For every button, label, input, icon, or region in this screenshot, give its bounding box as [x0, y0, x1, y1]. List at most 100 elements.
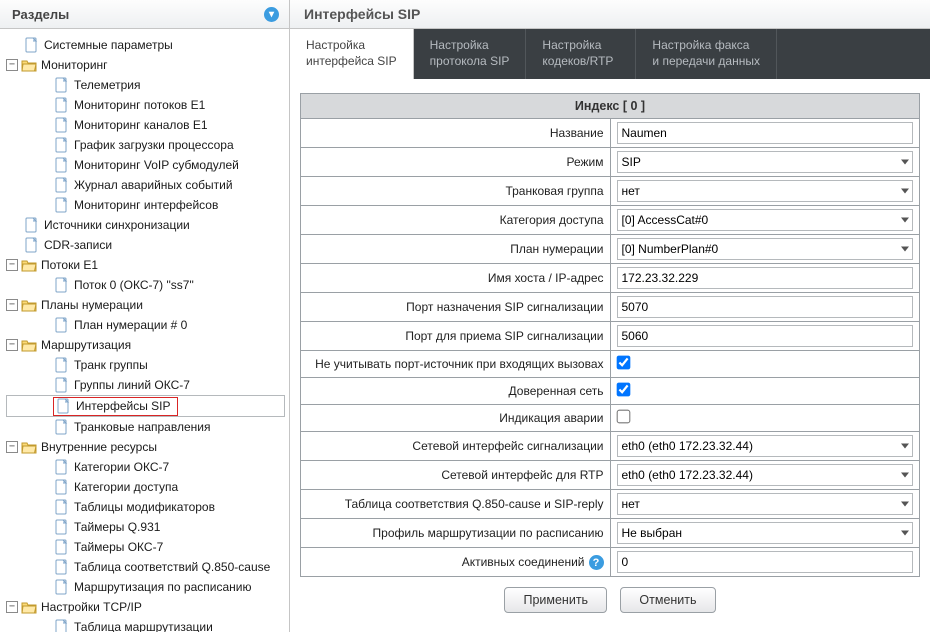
page-title: Интерфейсы SIP: [290, 0, 930, 29]
tree-item[interactable]: Таблица маршрутизации: [74, 620, 213, 632]
label-name: Название: [301, 119, 611, 148]
label-trunk-group: Транковая группа: [301, 177, 611, 206]
toggle-icon[interactable]: −: [6, 601, 18, 613]
doc-icon: [54, 519, 70, 535]
label-num-plan: План нумерации: [301, 235, 611, 264]
tree-item[interactable]: Транковые направления: [74, 420, 210, 434]
doc-icon: [54, 357, 70, 373]
toggle-icon[interactable]: −: [6, 259, 18, 271]
tree-item[interactable]: Внутренние ресурсы: [41, 440, 157, 454]
doc-icon: [24, 237, 40, 253]
input-lsn-port[interactable]: [617, 325, 914, 347]
tab-interface[interactable]: Настройкаинтерфейса SIP: [290, 29, 414, 79]
tree-item[interactable]: CDR-записи: [44, 238, 112, 252]
cancel-button[interactable]: Отменить: [620, 587, 715, 613]
input-host[interactable]: [617, 267, 914, 289]
select-sched-prof[interactable]: [617, 522, 914, 544]
tree-item[interactable]: Мониторинг: [41, 58, 108, 72]
tree-item[interactable]: Поток 0 (ОКС-7) "ss7": [74, 278, 194, 292]
folder-open-icon: [21, 337, 37, 353]
tree-item[interactable]: Системные параметры: [44, 38, 173, 52]
toggle-icon[interactable]: −: [6, 59, 18, 71]
tree-item[interactable]: Мониторинг VoIP субмодулей: [74, 158, 239, 172]
folder-open-icon: [21, 439, 37, 455]
group-header: Индекс [ 0 ]: [301, 94, 920, 119]
input-dst-port[interactable]: [617, 296, 914, 318]
doc-icon: [54, 137, 70, 153]
tree-item[interactable]: Планы нумерации: [41, 298, 143, 312]
sidebar-title: Разделы: [12, 7, 69, 22]
tree-item[interactable]: Потоки E1: [41, 258, 98, 272]
doc-icon: [54, 157, 70, 173]
folder-open-icon: [21, 257, 37, 273]
toggle-icon[interactable]: −: [6, 299, 18, 311]
label-ignore-src: Не учитывать порт-источник при входящих …: [301, 351, 611, 378]
label-lsn-port: Порт для приема SIP сигнализации: [301, 322, 611, 351]
label-host: Имя хоста / IP-адрес: [301, 264, 611, 293]
doc-icon: [54, 499, 70, 515]
tree-item[interactable]: Таймеры Q.931: [74, 520, 160, 534]
tree-item[interactable]: Категории ОКС-7: [74, 460, 169, 474]
label-sched-prof: Профиль маршрутизации по расписанию: [301, 519, 611, 548]
doc-icon: [54, 97, 70, 113]
input-name[interactable]: [617, 122, 914, 144]
toggle-icon[interactable]: −: [6, 441, 18, 453]
tree-item[interactable]: Таблицы модификаторов: [74, 500, 215, 514]
label-sig-if: Сетевой интерфейс сигнализации: [301, 432, 611, 461]
doc-icon: [54, 77, 70, 93]
select-rtp-if[interactable]: [617, 464, 914, 486]
tree-item[interactable]: Настройки TCP/IP: [41, 600, 142, 614]
select-q850-map[interactable]: [617, 493, 914, 515]
folder-open-icon: [21, 297, 37, 313]
tab-protocol[interactable]: Настройкапротокола SIP: [414, 29, 527, 79]
tree-item[interactable]: Транк группы: [74, 358, 148, 372]
label-rtp-if: Сетевой интерфейс для RTP: [301, 461, 611, 490]
tree-item[interactable]: Источники синхронизации: [44, 218, 190, 232]
tree-item[interactable]: Таймеры ОКС-7: [74, 540, 163, 554]
input-active-conn[interactable]: [617, 551, 914, 573]
tree-item[interactable]: Телеметрия: [74, 78, 141, 92]
checkbox-alarm-ind[interactable]: [616, 410, 630, 424]
label-active-conn: Активных соединений?: [301, 548, 611, 577]
tree-item[interactable]: График загрузки процессора: [74, 138, 234, 152]
tree-item-selected[interactable]: Интерфейсы SIP: [6, 395, 285, 417]
tree-item[interactable]: Мониторинг каналов E1: [74, 118, 208, 132]
help-icon[interactable]: ?: [589, 555, 604, 570]
tree-item[interactable]: Таблица соответствий Q.850-cause: [74, 560, 270, 574]
doc-icon: [54, 459, 70, 475]
doc-icon: [54, 277, 70, 293]
apply-button[interactable]: Применить: [504, 587, 607, 613]
tree: Системные параметры − Мониторинг Телеметр…: [0, 29, 289, 632]
collapse-icon[interactable]: ▾: [264, 7, 279, 22]
toggle-icon[interactable]: −: [6, 339, 18, 351]
doc-icon: [54, 177, 70, 193]
tree-item[interactable]: Группы линий ОКС-7: [74, 378, 190, 392]
select-mode[interactable]: [617, 151, 914, 173]
doc-icon: [54, 559, 70, 575]
tree-item[interactable]: План нумерации # 0: [74, 318, 187, 332]
tab-codecs[interactable]: Настройкакодеков/RTP: [526, 29, 636, 79]
tree-item[interactable]: Маршрутизация по расписанию: [74, 580, 252, 594]
doc-icon: [24, 217, 40, 233]
select-num-plan[interactable]: [617, 238, 914, 260]
tree-item[interactable]: Маршрутизация: [41, 338, 131, 352]
label-q850-map: Таблица соответствия Q.850-cause и SIP-r…: [301, 490, 611, 519]
tree-item[interactable]: Мониторинг потоков E1: [74, 98, 205, 112]
folder-open-icon: [21, 599, 37, 615]
tree-item[interactable]: Мониторинг интерфейсов: [74, 198, 218, 212]
doc-icon: [54, 419, 70, 435]
tree-item[interactable]: Категории доступа: [74, 480, 178, 494]
folder-open-icon: [21, 57, 37, 73]
checkbox-ignore-src[interactable]: [616, 356, 630, 370]
label-dst-port: Порт назначения SIP сигнализации: [301, 293, 611, 322]
tree-item[interactable]: Журнал аварийных событий: [74, 178, 233, 192]
sidebar: Разделы ▾ Системные параметры − Мониторин…: [0, 0, 290, 632]
doc-icon: [54, 619, 70, 632]
select-trunk-group[interactable]: [617, 180, 914, 202]
label-mode: Режим: [301, 148, 611, 177]
tab-fax[interactable]: Настройка факсаи передачи данных: [636, 29, 777, 79]
doc-icon: [54, 117, 70, 133]
select-access-cat[interactable]: [617, 209, 914, 231]
checkbox-trusted[interactable]: [616, 383, 630, 397]
select-sig-if[interactable]: [617, 435, 914, 457]
